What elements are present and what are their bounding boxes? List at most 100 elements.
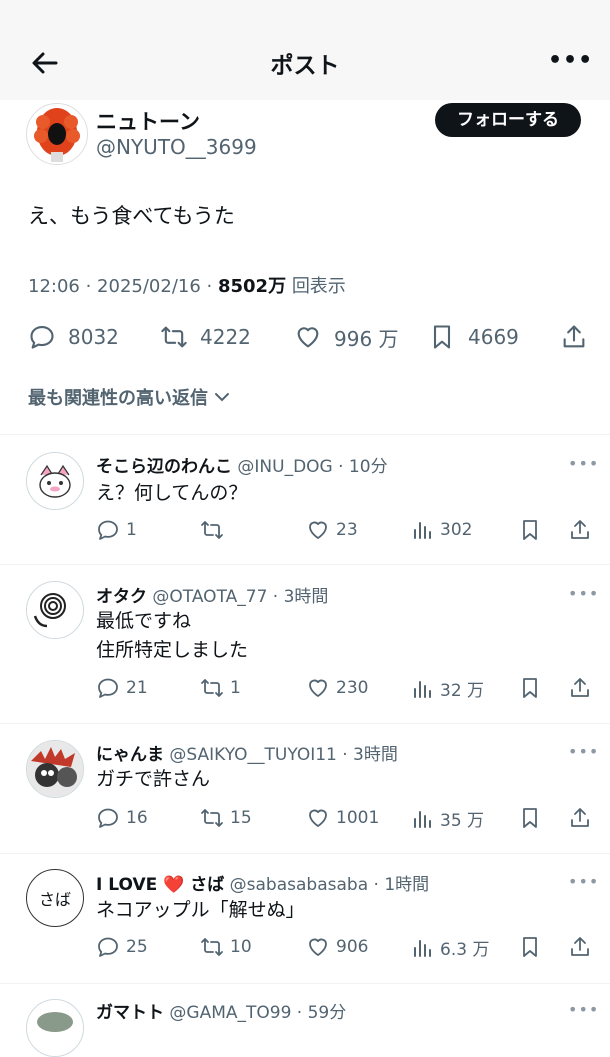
reply-handle[interactable]: @INU_DOG · 10分 xyxy=(237,457,387,477)
reply-name[interactable]: オタク xyxy=(96,587,147,607)
reply-handle[interactable]: @OTAOTA_77 · 3時間 xyxy=(152,587,328,607)
more-options-icon[interactable]: ••• xyxy=(548,48,593,73)
reply-reply-action[interactable]: 16 xyxy=(96,806,148,830)
reply-like-action[interactable]: 230 xyxy=(306,676,368,700)
share-icon xyxy=(571,678,589,697)
heart-icon xyxy=(309,679,327,697)
share-icon xyxy=(571,520,589,539)
reply-share-action[interactable] xyxy=(568,806,598,830)
share-action[interactable] xyxy=(560,320,600,354)
bookmark-icon xyxy=(523,678,537,698)
reply-count: 8032 xyxy=(68,325,119,349)
reply-avatar[interactable]: さば xyxy=(26,869,84,927)
reply-avatar[interactable] xyxy=(26,999,84,1057)
reply-bookmark-action[interactable] xyxy=(518,676,548,700)
post-text: え、もう食べてもうた xyxy=(28,204,235,228)
divider xyxy=(0,434,610,435)
repost-icon xyxy=(161,326,187,348)
reply-avatar[interactable] xyxy=(26,581,84,639)
reply-more-icon[interactable]: ••• xyxy=(568,584,599,603)
reply-like-action[interactable]: 23 xyxy=(306,518,358,542)
bookmark-icon xyxy=(523,520,537,540)
reply-more-icon[interactable]: ••• xyxy=(568,454,599,473)
reply-name[interactable]: ガマトト xyxy=(96,1003,164,1023)
reply-text: ガチで許さん xyxy=(96,768,211,790)
reply-views-action[interactable]: 35 万 xyxy=(410,806,484,831)
reply-views-action[interactable]: 6.3 万 xyxy=(410,935,489,960)
reply-bookmark-action[interactable] xyxy=(518,935,548,959)
reply-name[interactable]: そこら辺のわんこ xyxy=(96,457,232,477)
bookmark-action[interactable]: 4669 xyxy=(428,320,519,354)
view-label: 回表示 xyxy=(291,276,346,297)
reply-more-icon[interactable]: ••• xyxy=(568,872,599,891)
chevron-down-icon xyxy=(215,393,229,402)
reply-reply-action[interactable]: 21 xyxy=(96,676,148,700)
share-icon xyxy=(563,325,585,348)
reply-repost-count: 10 xyxy=(230,937,252,957)
heart-icon xyxy=(297,327,319,348)
bookmark-icon xyxy=(523,937,537,957)
reply-share-action[interactable] xyxy=(568,518,598,542)
reply-bookmark-action[interactable] xyxy=(518,806,548,830)
author-handle[interactable]: @NYUTO__3699 xyxy=(96,135,257,159)
avatar-text: さば xyxy=(38,890,71,909)
divider xyxy=(0,853,610,854)
reply-avatar[interactable] xyxy=(26,740,84,798)
reply-like-action[interactable]: 1001 xyxy=(306,806,379,830)
reply-more-icon[interactable]: ••• xyxy=(568,1000,599,1019)
reply-like-action[interactable]: 906 xyxy=(306,935,368,959)
reply-icon xyxy=(98,678,118,698)
reply-reply-action[interactable]: 1 xyxy=(96,518,137,542)
reply-action[interactable]: 8032 xyxy=(28,320,119,354)
repost-icon xyxy=(201,938,223,956)
reply-share-action[interactable] xyxy=(568,676,598,700)
reply-views-count: 6.3 万 xyxy=(440,940,490,960)
reply-text: ネコアップル「解せぬ」 xyxy=(96,899,305,921)
reply-icon xyxy=(98,520,118,540)
reply-avatar[interactable] xyxy=(26,452,84,510)
author-avatar[interactable] xyxy=(26,103,88,165)
reply-text: 住所特定しました xyxy=(96,639,249,661)
reply-repost-count: 15 xyxy=(230,808,252,828)
reply-name[interactable]: にゃんま xyxy=(96,745,164,765)
reply-handle[interactable]: @sabasabasaba · 1時間 xyxy=(230,875,429,895)
reply-reply-count: 21 xyxy=(126,678,148,698)
reply-bookmark-action[interactable] xyxy=(518,518,548,542)
reply-repost-action[interactable]: 1 xyxy=(200,676,241,700)
sort-label: 最も関連性の高い返信 xyxy=(28,388,208,409)
view-count: 8502万 xyxy=(217,276,287,297)
views-icon xyxy=(414,810,431,828)
reply-more-icon[interactable]: ••• xyxy=(568,742,599,761)
reply-sort-dropdown[interactable]: 最も関連性の高い返信 xyxy=(28,384,232,410)
views-icon xyxy=(414,680,431,698)
reply-handle[interactable]: @SAIKYO__TUYOI11 · 3時間 xyxy=(169,745,397,765)
reply-views-action[interactable]: 302 xyxy=(410,518,472,542)
bookmark-icon xyxy=(433,325,451,349)
follow-button[interactable]: フォローする xyxy=(435,103,581,137)
reply-handle[interactable]: @GAMA_TO99 · 59分 xyxy=(169,1003,346,1023)
repost-action[interactable]: 4222 xyxy=(160,320,251,354)
reply-reply-count: 25 xyxy=(126,937,148,957)
post-meta: 12:06 · 2025/02/16 · 8502万 回表示 xyxy=(28,272,346,298)
reply-views-count: 32 万 xyxy=(440,681,485,701)
share-icon xyxy=(571,937,589,956)
post-timestamp: 12:06 · 2025/02/16 · xyxy=(28,276,213,297)
bookmark-count: 4669 xyxy=(468,325,519,349)
reply-reply-count: 1 xyxy=(126,520,137,540)
heart-icon xyxy=(309,521,327,539)
reply-repost-action[interactable] xyxy=(200,518,230,542)
reply-share-action[interactable] xyxy=(568,935,598,959)
reply-like-count: 906 xyxy=(336,937,369,957)
reply-repost-count: 1 xyxy=(230,678,241,698)
like-action[interactable]: 996 万 xyxy=(294,320,399,354)
reply-views-action[interactable]: 32 万 xyxy=(410,676,484,701)
reply-repost-action[interactable]: 10 xyxy=(200,935,252,959)
reply-reply-action[interactable]: 25 xyxy=(96,935,148,959)
reply-views-count: 302 xyxy=(440,520,473,540)
repost-icon xyxy=(201,809,223,827)
divider xyxy=(0,723,610,724)
author-name[interactable]: ニュトーン xyxy=(96,106,200,136)
reply-name[interactable]: I LOVE ❤️ さば xyxy=(96,875,224,895)
reply-repost-action[interactable]: 15 xyxy=(200,806,252,830)
page-title: ポスト xyxy=(270,53,340,79)
